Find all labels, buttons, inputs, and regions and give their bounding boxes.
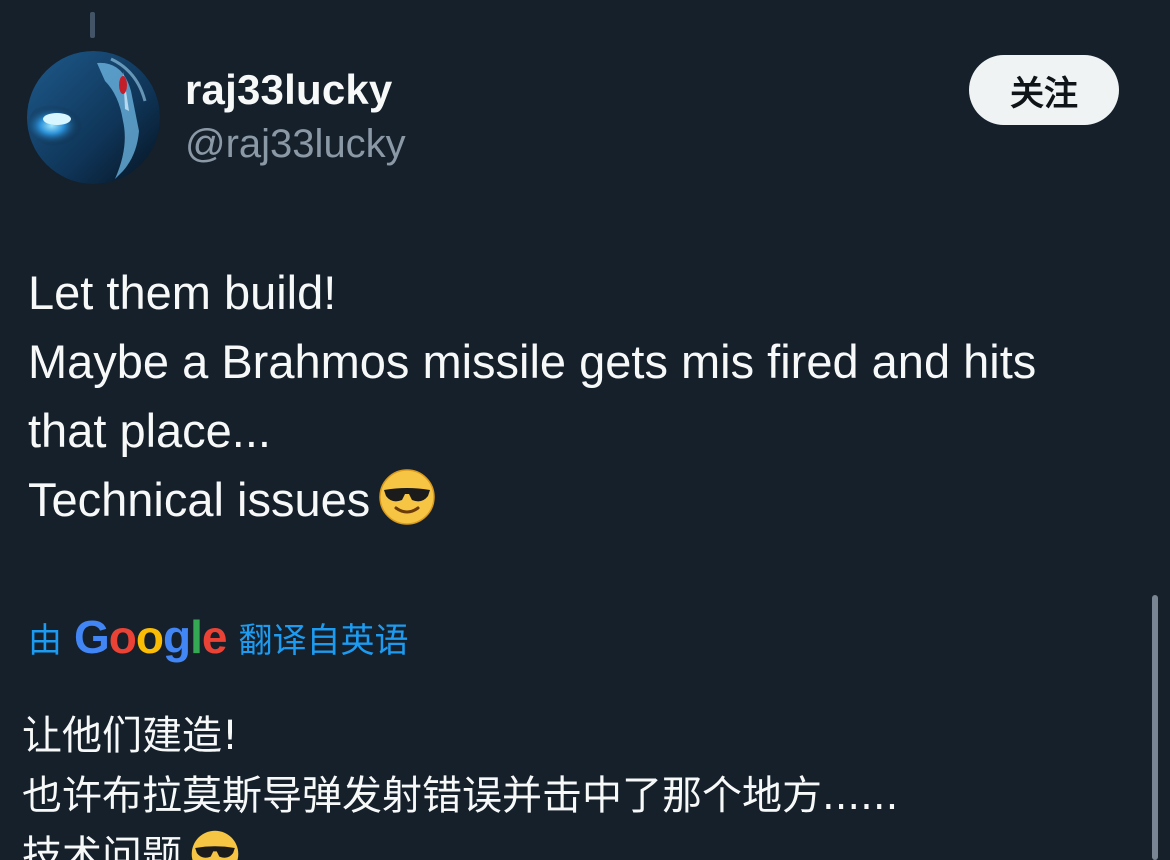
avatar[interactable] xyxy=(27,51,160,184)
author-handle[interactable]: @raj33lucky xyxy=(185,122,406,167)
translated-line: 让他们建造! xyxy=(22,713,239,759)
tweet-text: Let them build! Maybe a Brahmos missile … xyxy=(28,258,1148,544)
translation-attribution[interactable]: 由 Google 翻译自英语 xyxy=(28,607,408,667)
translated-line: 也许布拉莫斯导弹发射错误并击中了那个地方...... xyxy=(22,773,899,819)
translation-suffix: 翻译自英语 xyxy=(238,620,409,661)
scrollbar[interactable] xyxy=(1152,595,1158,860)
avatar-image xyxy=(27,51,160,184)
tweet-line: Let them build! xyxy=(28,266,337,319)
smiling-face-with-sunglasses-icon xyxy=(190,829,240,860)
translation-prefix: 由 xyxy=(28,620,62,661)
tweet-line: Technical issues xyxy=(28,473,371,526)
translated-line: 技术问题 xyxy=(22,833,182,860)
translated-line-with-emoji: 技术问题 xyxy=(22,826,1142,860)
translated-tweet-text: 让他们建造! 也许布拉莫斯导弹发射错误并击中了那个地方...... 技术问题 xyxy=(22,706,1142,860)
smiling-face-with-sunglasses-icon xyxy=(378,468,436,544)
tweet-line: Maybe a Brahmos missile gets mis fired a… xyxy=(28,335,1037,388)
tweet-line: that place... xyxy=(28,404,271,457)
thread-connector-line xyxy=(90,12,95,38)
follow-button[interactable]: 关注 xyxy=(969,55,1119,125)
author-display-name[interactable]: raj33lucky xyxy=(185,66,393,114)
tweet-line-with-emoji: Technical issues xyxy=(28,465,1148,544)
google-logo: Google xyxy=(74,611,227,663)
